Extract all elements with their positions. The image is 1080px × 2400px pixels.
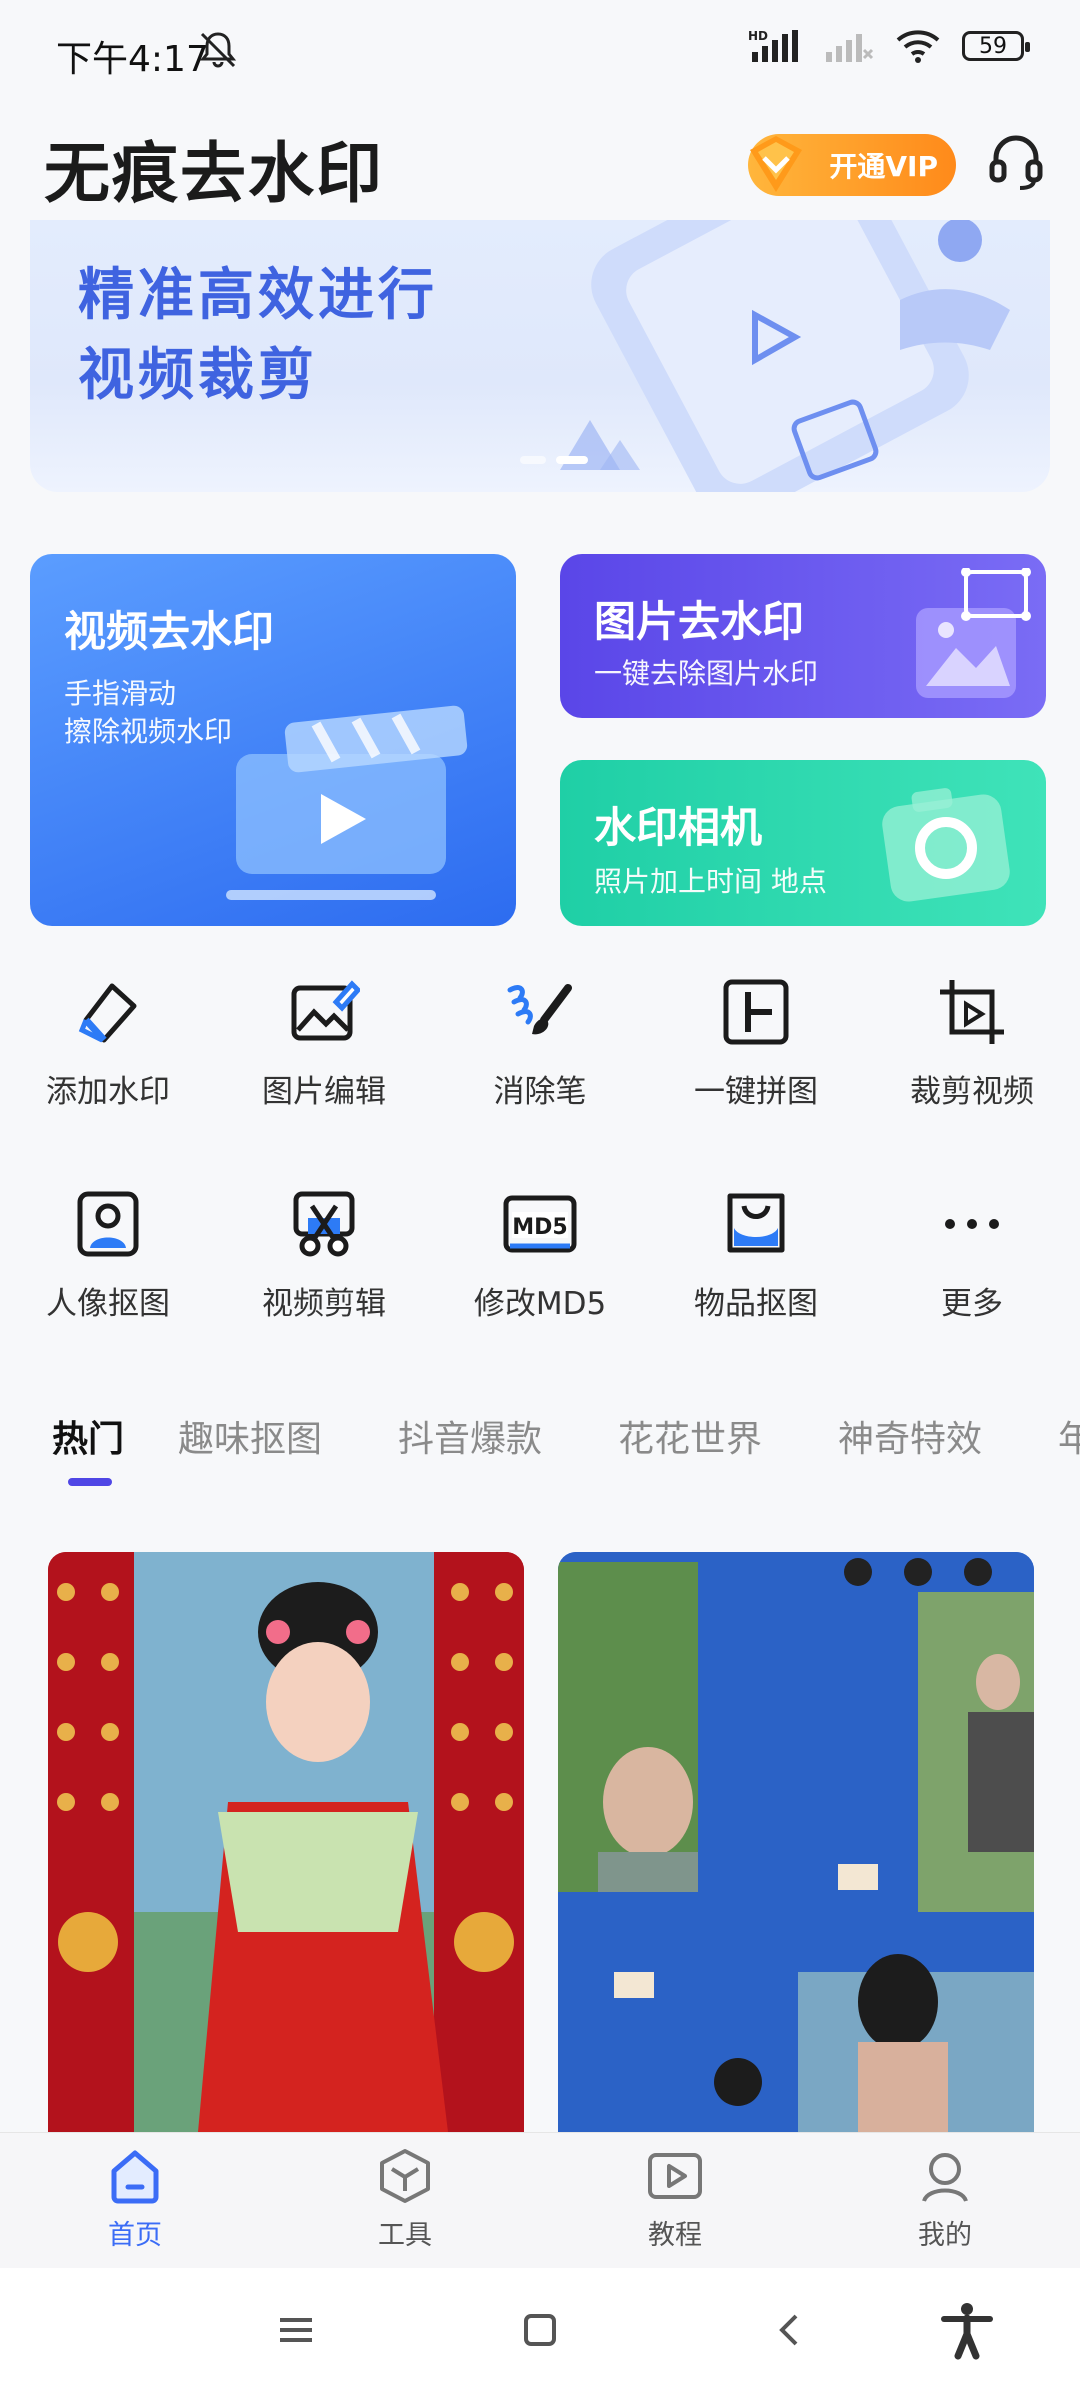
scissors-icon	[284, 1184, 364, 1264]
tool-image-edit[interactable]: 图片编辑	[216, 972, 432, 1111]
portrait-icon	[68, 1184, 148, 1264]
tab-next[interactable]: 年	[1058, 1410, 1080, 1462]
system-navigation-bar	[0, 2268, 1080, 2400]
status-time: 下午4:17	[56, 39, 209, 80]
image-card-subtitle: 一键去除图片水印	[594, 657, 819, 690]
category-tabs: 热门 趣味抠图 抖音爆款 花花世界 神奇特效 年	[0, 1400, 1080, 1490]
tool-collage[interactable]: 一键拼图	[648, 972, 864, 1111]
wifi-icon	[896, 30, 940, 63]
collage-icon	[716, 972, 796, 1052]
tool-label: 视频剪辑	[262, 1286, 386, 1322]
nav-home[interactable]: 首页	[0, 2133, 270, 2269]
promo-banner[interactable]: 精准高效进行 视频裁剪	[30, 220, 1050, 492]
template-card[interactable]	[48, 1552, 524, 2132]
play-tutorial-icon	[648, 2153, 702, 2199]
picture-frame-icon	[916, 568, 1031, 698]
nav-profile[interactable]: 我的	[810, 2133, 1080, 2269]
menu-icon[interactable]	[276, 2310, 316, 2354]
vip-label: 开通VIP	[829, 150, 938, 183]
video-card-subtitle-2: 擦除视频水印	[64, 715, 233, 748]
tab-douyin-hits[interactable]: 抖音爆款	[398, 1410, 542, 1462]
tool-eraser-pen[interactable]: 消除笔	[432, 972, 648, 1111]
watermark-camera-card[interactable]: 水印相机 照片加上时间 地点	[560, 760, 1046, 926]
tool-object-cutout[interactable]: 物品抠图	[648, 1184, 864, 1323]
banner-pagination	[520, 456, 588, 464]
accessibility-icon[interactable]	[940, 2302, 994, 2364]
video-watermark-card[interactable]: 视频去水印 手指滑动 擦除视频水印	[30, 554, 516, 926]
battery-indicator: 59	[962, 31, 1030, 61]
tools-icon	[380, 2149, 430, 2203]
nav-label: 教程	[648, 2220, 702, 2251]
md5-icon: MD5	[500, 1184, 580, 1264]
customer-service-icon[interactable]	[984, 130, 1048, 194]
tool-label: 一键拼图	[694, 1074, 818, 1110]
banner-subheadline: 视频裁剪	[78, 343, 318, 408]
video-card-title: 视频去水印	[64, 607, 275, 656]
tools-row-1: 添加水印 图片编辑 消除笔 一键拼图 裁剪视频	[0, 972, 1080, 1111]
tag-icon	[68, 972, 148, 1052]
nav-label: 我的	[918, 2220, 972, 2251]
crop-video-icon	[932, 972, 1012, 1052]
tool-more[interactable]: 更多	[864, 1184, 1080, 1323]
back-icon[interactable]	[770, 2310, 810, 2354]
home-square-icon[interactable]	[520, 2310, 560, 2354]
template-thumbnail-image	[48, 1552, 524, 2132]
app-header: 无痕去水印 开通VIP	[0, 100, 1080, 220]
tool-label: 修改MD5	[473, 1286, 607, 1322]
banner-headline: 精准高效进行	[78, 263, 438, 328]
status-bar: 下午4:17 HD 59	[0, 0, 1080, 100]
tab-hot[interactable]: 热门	[52, 1410, 124, 1462]
banner-dot-active	[556, 456, 588, 464]
tool-label: 物品抠图	[694, 1286, 818, 1322]
tab-magic-effects[interactable]: 神奇特效	[838, 1410, 982, 1462]
image-card-title: 图片去水印	[594, 597, 805, 646]
tool-modify-md5[interactable]: MD5 修改MD5	[432, 1184, 648, 1323]
tool-label: 图片编辑	[262, 1074, 386, 1110]
tool-portrait-cutout[interactable]: 人像抠图	[0, 1184, 216, 1323]
banner-illustration	[560, 220, 1010, 492]
vip-button[interactable]: 开通VIP	[748, 134, 956, 196]
app-title: 无痕去水印	[44, 135, 384, 212]
nav-tools[interactable]: 工具	[270, 2133, 540, 2269]
profile-icon	[922, 2153, 968, 2202]
tool-label: 裁剪视频	[910, 1074, 1034, 1110]
tool-add-watermark[interactable]: 添加水印	[0, 972, 216, 1111]
camera-icon	[882, 788, 1010, 902]
bottom-navigation: 首页 工具 教程 我的	[0, 2132, 1080, 2269]
more-icon	[932, 1184, 1012, 1264]
tool-label: 添加水印	[46, 1074, 170, 1110]
clapperboard-icon	[226, 705, 468, 900]
signal-icon: HD	[748, 29, 798, 62]
template-thumbnail-image	[558, 1552, 1034, 2132]
tool-label: 更多	[941, 1286, 1003, 1322]
tool-crop-video[interactable]: 裁剪视频	[864, 972, 1080, 1111]
active-tab-indicator	[68, 1478, 112, 1486]
nav-label: 工具	[378, 2220, 432, 2251]
bag-icon	[716, 1184, 796, 1264]
image-watermark-card[interactable]: 图片去水印 一键去除图片水印	[560, 554, 1046, 718]
mute-bell-icon	[199, 32, 237, 68]
banner-dot	[520, 456, 546, 464]
tab-flower-world[interactable]: 花花世界	[618, 1410, 762, 1462]
tool-label: 人像抠图	[46, 1286, 170, 1322]
template-card[interactable]	[558, 1552, 1034, 2132]
image-edit-icon	[284, 972, 364, 1052]
tool-video-edit[interactable]: 视频剪辑	[216, 1184, 432, 1323]
md5-badge-text: MD5	[512, 1215, 567, 1240]
nav-tutorial[interactable]: 教程	[540, 2133, 810, 2269]
nav-label: 首页	[108, 2220, 162, 2251]
hd-label: HD	[748, 29, 768, 43]
video-card-subtitle-1: 手指滑动	[64, 677, 177, 710]
vip-diamond-icon	[750, 136, 802, 192]
signal-2-icon	[826, 34, 874, 62]
eraser-brush-icon	[500, 972, 580, 1052]
tools-row-2: 人像抠图 视频剪辑 MD5 修改MD5 物品抠图 更多	[0, 1184, 1080, 1323]
camera-card-subtitle: 照片加上时间 地点	[594, 865, 827, 898]
home-icon	[111, 2150, 159, 2204]
camera-card-title: 水印相机	[594, 803, 763, 852]
tab-fun-cutout[interactable]: 趣味抠图	[178, 1410, 322, 1462]
tool-label: 消除笔	[493, 1074, 587, 1110]
